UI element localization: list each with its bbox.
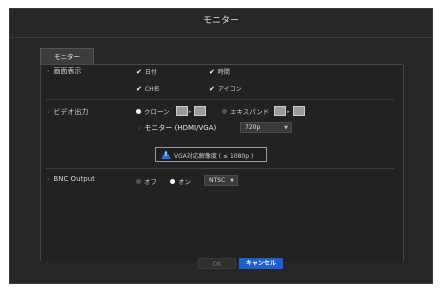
tab-monitor[interactable]: モニター [40, 48, 94, 65]
radio-dot-icon [222, 108, 227, 114]
check-icon: ✔ [209, 85, 215, 93]
section-divider [46, 168, 394, 169]
checkbox-time[interactable]: ✔ 時間 [209, 67, 230, 76]
radio-dot-icon [170, 178, 175, 184]
section-divider [46, 99, 394, 100]
monitor-dialog: モニター モニター › 画面表示 ✔ 日付 ✔ 時間 ✔ CH名 ✔ アイコン › ビデオ出… [9, 8, 433, 284]
vga-notice-text: VGA対応解像度 ( ≤ 1080p ) [174, 153, 254, 160]
radio-bnc-off[interactable]: オフ [136, 176, 157, 186]
display-section-label: › 画面表示 [47, 67, 82, 75]
bullet-icon: › [47, 68, 50, 75]
settings-panel [40, 65, 404, 261]
cancel-button[interactable]: キャンセル [239, 258, 283, 269]
vga-notice: VGA対応解像度 ( ≤ 1080p ) [155, 147, 267, 162]
arrow-icon: ▸ [188, 109, 192, 115]
dialog-title: モニター [202, 16, 239, 26]
check-icon: ✔ [136, 68, 142, 76]
monitor-icon [292, 106, 305, 116]
check-icon: ✔ [136, 85, 142, 93]
chevron-down-icon: ▼ [284, 125, 288, 131]
monitor-resolution-label: › モニター (HDMI/VGA) [138, 124, 217, 132]
radio-expand[interactable]: エキスパンド ▸ [222, 106, 305, 117]
monitor-icon [274, 106, 287, 116]
chevron-down-icon: ▼ [230, 178, 234, 184]
title-divider [10, 37, 432, 38]
check-icon: ✔ [209, 68, 215, 76]
bullet-icon: › [138, 125, 141, 132]
radio-clone[interactable]: クローン ▸ [136, 106, 207, 117]
checkbox-icon[interactable]: ✔ アイコン [209, 84, 242, 93]
video-output-section-label: › ビデオ出力 [47, 108, 89, 116]
bullet-icon: › [47, 176, 50, 183]
monitor-icon [194, 106, 207, 116]
checkbox-channel-name[interactable]: ✔ CH名 [136, 84, 160, 93]
radio-dot-icon [136, 108, 141, 114]
radio-dot-icon [136, 178, 141, 184]
resolution-select[interactable]: 720p ▼ [240, 122, 292, 133]
bnc-output-section-label: › BNC Output [47, 175, 95, 183]
ok-button[interactable]: OK [198, 258, 236, 269]
warning-icon [161, 150, 171, 159]
checkbox-date[interactable]: ✔ 日付 [136, 67, 157, 76]
arrow-icon: ▸ [287, 109, 290, 115]
bnc-standard-select[interactable]: NTSC ▼ [204, 175, 238, 186]
radio-bnc-on[interactable]: オン [170, 176, 191, 186]
monitor-icon [175, 106, 188, 116]
bullet-icon: › [47, 109, 50, 116]
